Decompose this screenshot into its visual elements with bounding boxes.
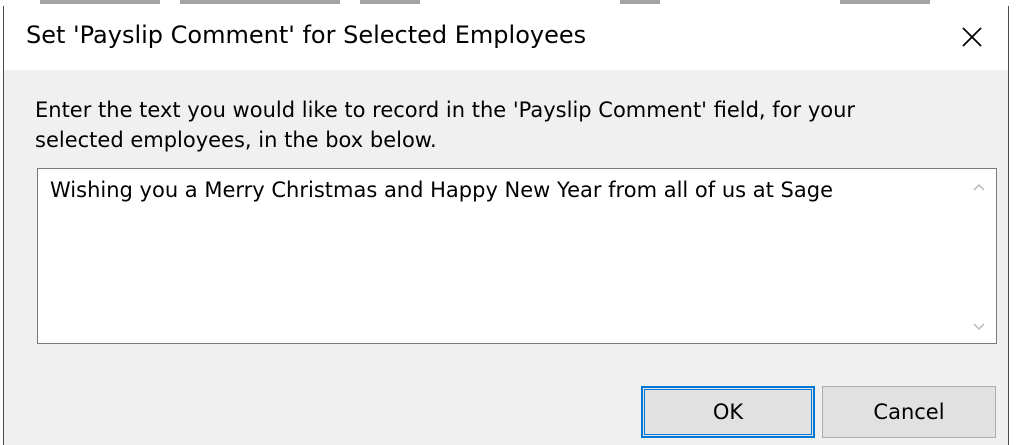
- dialog-title: Set 'Payslip Comment' for Selected Emplo…: [26, 21, 587, 49]
- payslip-comment-dialog: Set 'Payslip Comment' for Selected Emplo…: [3, 6, 1009, 445]
- scroll-down-button[interactable]: [962, 309, 996, 343]
- background-text-fragment: [620, 0, 660, 4]
- background-text-fragment: [40, 0, 160, 4]
- close-icon: [961, 26, 983, 48]
- cancel-button[interactable]: Cancel: [822, 386, 996, 438]
- chevron-down-icon: [972, 317, 986, 336]
- background-text-fragment: [180, 0, 340, 4]
- background-text-fragment: [360, 0, 420, 4]
- dialog-body: Enter the text you would like to record …: [4, 70, 1008, 445]
- payslip-comment-textarea[interactable]: Wishing you a Merry Christmas and Happy …: [37, 168, 997, 344]
- payslip-comment-value[interactable]: Wishing you a Merry Christmas and Happy …: [50, 178, 833, 202]
- vertical-scrollbar[interactable]: [962, 169, 996, 343]
- chevron-up-icon: [972, 177, 986, 196]
- background-text-fragment: [840, 0, 930, 4]
- instruction-text: Enter the text you would like to record …: [35, 98, 856, 152]
- dialog-titlebar[interactable]: Set 'Payslip Comment' for Selected Emplo…: [4, 6, 1008, 70]
- close-button[interactable]: [940, 8, 1004, 66]
- scroll-up-button[interactable]: [962, 169, 996, 203]
- ok-button[interactable]: OK: [641, 386, 815, 438]
